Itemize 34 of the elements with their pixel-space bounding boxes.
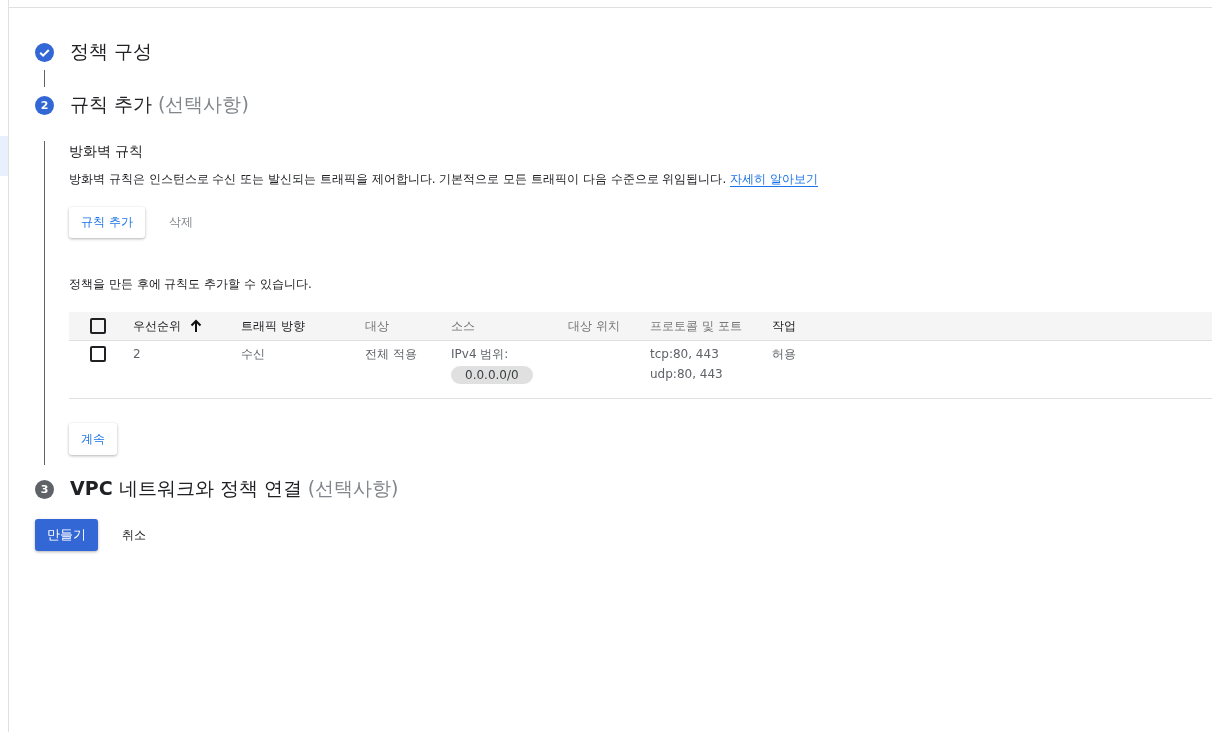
ip-range-chip: 0.0.0.0/0 bbox=[451, 366, 533, 384]
table-cell: 2 bbox=[133, 346, 141, 362]
step-title: VPC 네트워크와 정책 연결 bbox=[70, 476, 302, 501]
learn-more-link[interactable]: 자세히 알아보기 bbox=[730, 172, 819, 187]
step-title: 규칙 추가 bbox=[70, 92, 153, 117]
column-header: 프로토콜 및 포트 bbox=[650, 317, 742, 335]
column-header: 대상 bbox=[365, 317, 389, 335]
step-number: 3 bbox=[35, 479, 54, 499]
column-header: 작업 bbox=[772, 317, 796, 335]
column-header: 트래픽 방향 bbox=[241, 317, 305, 335]
table-cell: 수신 bbox=[241, 346, 265, 362]
table-cell: IPv4 범위: bbox=[451, 346, 509, 362]
table-cell: 전체 적용 bbox=[365, 346, 417, 362]
column-header: 대상 위치 bbox=[568, 317, 620, 335]
step-optional-label: (선택사항) bbox=[158, 92, 249, 117]
rule-button[interactable]: 규칙 추가 bbox=[69, 207, 145, 238]
step-title: 정책 구성 bbox=[70, 39, 153, 64]
table-cell: tcp:80, 443 bbox=[650, 346, 719, 362]
sort-arrow-icon[interactable] bbox=[190, 319, 202, 333]
create-button[interactable]: 만들기 bbox=[35, 519, 98, 551]
table-cell: udp:80, 443 bbox=[650, 366, 723, 382]
nav-highlight bbox=[0, 136, 8, 176]
step-optional-label: (선택사항) bbox=[307, 476, 399, 501]
column-header: 우선순위 bbox=[133, 317, 181, 335]
cancel-button[interactable]: 취소 bbox=[110, 519, 158, 551]
step-number: 2 bbox=[35, 95, 54, 115]
continue-button[interactable]: 계속 bbox=[69, 423, 117, 455]
note-text: 정책을 만든 후에 규칙도 추가할 수 있습니다. bbox=[69, 276, 313, 293]
table-cell: 허용 bbox=[772, 346, 796, 362]
section-heading: 방화벽 규칙 bbox=[69, 142, 145, 161]
select-all-checkbox[interactable] bbox=[90, 318, 106, 334]
description-text: 방화벽 규칙은 인스턴스로 수신 또는 발신되는 트래픽을 제어합니다. 기본적으로 모든 트래픽이 다음 수준으로 위임됩니다. bbox=[69, 172, 727, 186]
column-header: 소스 bbox=[451, 317, 475, 335]
row-checkbox[interactable] bbox=[90, 346, 106, 362]
